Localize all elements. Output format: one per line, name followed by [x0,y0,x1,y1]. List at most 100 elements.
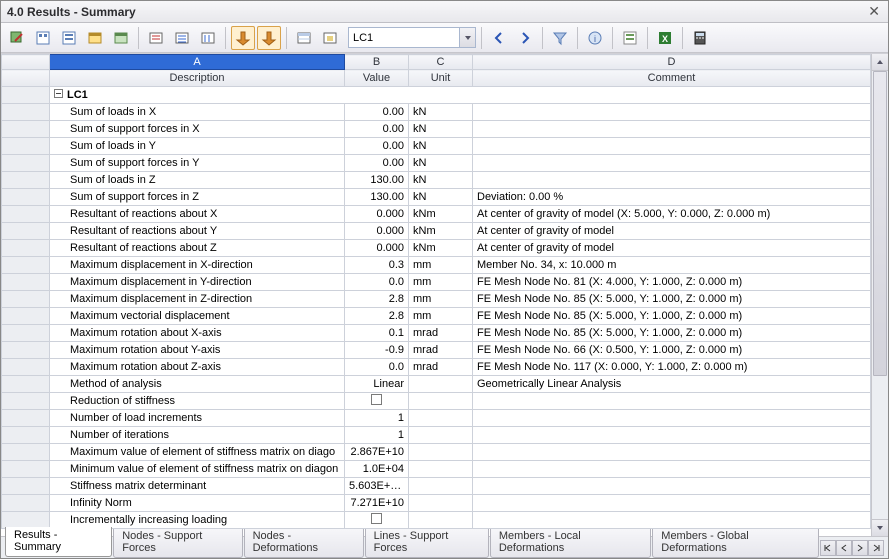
col-A[interactable]: A [50,55,345,70]
cell-unit[interactable]: kN [409,189,473,206]
cell-description[interactable]: Maximum rotation about Z-axis [50,359,345,376]
cell-comment[interactable]: FE Mesh Node No. 85 (X: 5.000, Y: 1.000,… [473,308,871,325]
cell-unit[interactable]: mrad [409,342,473,359]
cell-description[interactable]: Minimum value of element of stiffness ma… [50,461,345,478]
cell-value[interactable]: 0.000 [345,240,409,257]
cell-comment[interactable]: Deviation: 0.00 % [473,189,871,206]
loadcase-input[interactable] [349,31,459,45]
cell-description[interactable]: Resultant of reactions about Z [50,240,345,257]
cell-comment[interactable] [473,512,871,529]
cell-comment[interactable] [473,461,871,478]
cell-comment[interactable] [473,427,871,444]
cell-description[interactable]: Sum of support forces in Y [50,155,345,172]
vertical-scrollbar[interactable] [871,54,888,536]
cell-unit[interactable] [409,393,473,410]
row-header[interactable] [2,376,50,393]
cell-value[interactable] [345,512,409,529]
table-row[interactable]: Maximum vectorial displacement 2.8 mm FE… [2,308,871,325]
cell-value[interactable]: 7.271E+10 [345,495,409,512]
cell-unit[interactable] [409,461,473,478]
checkbox-icon[interactable] [371,394,382,405]
cell-value[interactable]: 0.3 [345,257,409,274]
row-header[interactable] [2,325,50,342]
row-header[interactable] [2,512,50,529]
table-row[interactable]: Number of iterations 1 [2,427,871,444]
cell-unit[interactable]: kN [409,121,473,138]
cell-description[interactable]: Maximum displacement in Y-direction [50,274,345,291]
cell-comment[interactable] [473,410,871,427]
cell-unit[interactable]: kN [409,155,473,172]
cell-unit[interactable]: kN [409,172,473,189]
cell-description[interactable]: Maximum rotation about Y-axis [50,342,345,359]
cell-description[interactable]: Method of analysis [50,376,345,393]
cell-description[interactable]: Resultant of reactions about X [50,206,345,223]
filter-button[interactable] [548,26,572,50]
cell-comment[interactable]: At center of gravity of model [473,223,871,240]
cell-value[interactable]: 2.867E+10 [345,444,409,461]
cell-comment[interactable]: FE Mesh Node No. 66 (X: 0.500, Y: 1.000,… [473,342,871,359]
tool-button-8[interactable] [196,26,220,50]
cell-comment[interactable]: At center of gravity of model [473,240,871,257]
row-header[interactable] [2,444,50,461]
tool-button-3[interactable] [57,26,81,50]
row-header[interactable] [2,393,50,410]
nav-prev-button[interactable] [487,26,511,50]
table-row[interactable]: Stiffness matrix determinant 5.603E+5776 [2,478,871,495]
cell-value[interactable]: 0.000 [345,223,409,240]
cell-comment[interactable] [473,495,871,512]
row-header[interactable] [2,478,50,495]
cell-unit[interactable]: mm [409,257,473,274]
cell-unit[interactable]: kN [409,138,473,155]
cell-description[interactable]: Sum of loads in Y [50,138,345,155]
tool-button-6[interactable] [144,26,168,50]
cell-unit[interactable]: mrad [409,359,473,376]
col-D[interactable]: D [473,55,871,70]
row-header[interactable] [2,121,50,138]
scroll-track[interactable] [872,71,888,519]
row-header[interactable] [2,138,50,155]
col-value[interactable]: Value [345,70,409,87]
table-row[interactable]: Sum of loads in Y 0.00 kN [2,138,871,155]
table-row[interactable]: Maximum rotation about Y-axis -0.9 mrad … [2,342,871,359]
scroll-up-button[interactable] [872,54,888,71]
row-header[interactable] [2,155,50,172]
cell-description[interactable]: Maximum displacement in X-direction [50,257,345,274]
cell-unit[interactable] [409,444,473,461]
table-row[interactable]: Resultant of reactions about Z 0.000 kNm… [2,240,871,257]
cell-description[interactable]: Sum of loads in X [50,104,345,121]
tab-first-button[interactable] [820,540,836,556]
row-header[interactable] [2,410,50,427]
cell-value[interactable]: 0.1 [345,325,409,342]
cell-description[interactable]: Sum of support forces in Z [50,189,345,206]
table-row[interactable]: Resultant of reactions about Y 0.000 kNm… [2,223,871,240]
cell-value[interactable]: 0.0 [345,359,409,376]
cell-unit[interactable] [409,512,473,529]
cell-comment[interactable] [473,393,871,410]
cell-unit[interactable] [409,376,473,393]
cell-comment[interactable]: FE Mesh Node No. 85 (X: 5.000, Y: 1.000,… [473,325,871,342]
cell-unit[interactable]: mrad [409,325,473,342]
cell-description[interactable]: Maximum displacement in Z-direction [50,291,345,308]
row-header[interactable] [2,87,50,104]
table-row[interactable]: Incrementally increasing loading [2,512,871,529]
cell-unit[interactable]: kNm [409,223,473,240]
table-row[interactable]: Infinity Norm 7.271E+10 [2,495,871,512]
table-row[interactable]: Maximum rotation about X-axis 0.1 mrad F… [2,325,871,342]
cell-unit[interactable] [409,495,473,512]
table-row[interactable]: Reduction of stiffness [2,393,871,410]
cell-comment[interactable] [473,478,871,495]
group-row[interactable]: LC1 [50,87,871,104]
tool-button-7[interactable] [170,26,194,50]
cell-value[interactable]: 2.8 [345,291,409,308]
table-row[interactable]: Sum of support forces in X 0.00 kN [2,121,871,138]
cell-description[interactable]: Maximum rotation about X-axis [50,325,345,342]
scroll-thumb[interactable] [873,71,887,376]
view-mode-button[interactable] [618,26,642,50]
cell-comment[interactable] [473,121,871,138]
col-B[interactable]: B [345,55,409,70]
cell-description[interactable]: Number of iterations [50,427,345,444]
cell-comment[interactable] [473,155,871,172]
table-row[interactable]: Minimum value of element of stiffness ma… [2,461,871,478]
cell-comment[interactable]: At center of gravity of model (X: 5.000,… [473,206,871,223]
cell-value[interactable]: 1.0E+04 [345,461,409,478]
